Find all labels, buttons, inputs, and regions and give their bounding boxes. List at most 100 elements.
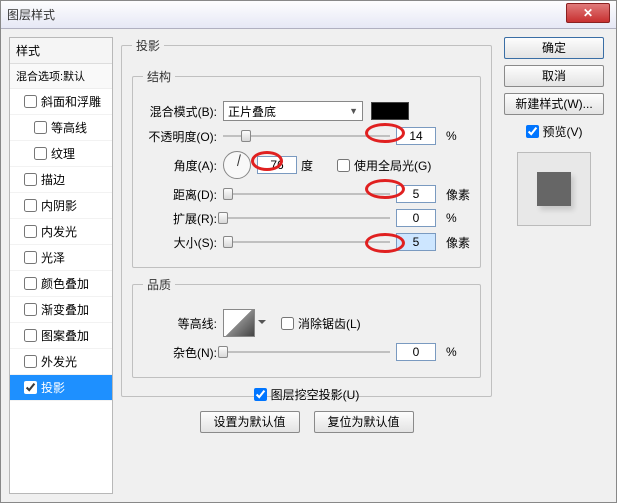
sidebar-item-gradient-overlay[interactable]: 渐变叠加 [10, 297, 112, 323]
noise-row: 杂色(N): 0 % [143, 343, 470, 361]
size-slider-box: 5 像素 [223, 233, 470, 251]
contour-label: 等高线: [143, 315, 223, 332]
sidebar-item-label: 渐变叠加 [41, 301, 89, 318]
inner-shadow-checkbox[interactable] [24, 199, 37, 212]
sidebar-header: 样式 [10, 38, 112, 64]
structure-group: 结构 混合模式(B): 正片叠底 ▼ 不透明度(O): 14 [132, 68, 481, 268]
distance-label: 距离(D): [143, 186, 223, 203]
angle-label: 角度(A): [143, 157, 223, 174]
knockout-check[interactable]: 图层挖空投影(U) [132, 386, 481, 403]
window-title: 图层样式 [7, 6, 55, 23]
knockout-checkbox[interactable] [254, 388, 267, 401]
texture-checkbox[interactable] [34, 147, 47, 160]
size-slider[interactable] [223, 241, 390, 243]
chevron-down-icon: ▼ [349, 106, 358, 116]
global-light-label: 使用全局光(G) [354, 157, 431, 174]
size-row: 大小(S): 5 像素 [143, 233, 470, 251]
opacity-label: 不透明度(O): [143, 128, 223, 145]
pattern-overlay-checkbox[interactable] [24, 329, 37, 342]
global-light-checkbox[interactable] [337, 159, 350, 172]
sidebar-item-label: 内阴影 [41, 197, 77, 214]
preview-box [517, 152, 591, 226]
shadow-color-swatch[interactable] [371, 102, 409, 120]
sidebar-item-satin[interactable]: 光泽 [10, 245, 112, 271]
preview-checkbox[interactable] [526, 125, 539, 138]
sidebar-item-label: 等高线 [51, 119, 87, 136]
noise-slider[interactable] [223, 351, 390, 353]
sidebar-item-label: 纹理 [51, 145, 75, 162]
preview-label: 预览(V) [543, 123, 583, 140]
contour-checkbox[interactable] [34, 121, 47, 134]
antialias-checkbox[interactable] [281, 317, 294, 330]
spread-input[interactable]: 0 [396, 209, 436, 227]
antialias-label: 消除锯齿(L) [298, 315, 361, 332]
sidebar-item-label: 斜面和浮雕 [41, 93, 101, 110]
structure-legend: 结构 [143, 68, 175, 85]
new-style-button[interactable]: 新建样式(W)... [504, 93, 604, 115]
slider-thumb-icon[interactable] [218, 212, 228, 224]
close-button[interactable]: ✕ [566, 3, 610, 23]
sidebar-item-contour[interactable]: 等高线 [10, 115, 112, 141]
sidebar-item-label: 投影 [41, 379, 65, 396]
sidebar-item-texture[interactable]: 纹理 [10, 141, 112, 167]
ok-button[interactable]: 确定 [504, 37, 604, 59]
set-default-button[interactable]: 设置为默认值 [200, 411, 300, 433]
default-buttons-row: 设置为默认值 复位为默认值 [132, 411, 481, 433]
contour-row: 等高线: 消除锯齿(L) [143, 309, 470, 337]
slider-thumb-icon[interactable] [223, 236, 233, 248]
distance-input[interactable]: 5 [396, 185, 436, 203]
spread-label: 扩展(R): [143, 210, 223, 227]
opacity-slider[interactable] [223, 135, 390, 137]
sidebar-item-drop-shadow[interactable]: 投影 [10, 375, 112, 401]
preview-check[interactable]: 预览(V) [526, 123, 583, 140]
group-title: 投影 [132, 37, 164, 54]
opacity-row: 不透明度(O): 14 % [143, 127, 470, 145]
gradient-overlay-checkbox[interactable] [24, 303, 37, 316]
angle-dial[interactable] [223, 151, 251, 179]
sidebar-item-bevel[interactable]: 斜面和浮雕 [10, 89, 112, 115]
size-unit: 像素 [442, 234, 470, 251]
opacity-input[interactable]: 14 [396, 127, 436, 145]
sidebar-item-pattern-overlay[interactable]: 图案叠加 [10, 323, 112, 349]
blend-mode-combo[interactable]: 正片叠底 ▼ [223, 101, 363, 121]
reset-default-button[interactable]: 复位为默认值 [314, 411, 414, 433]
opacity-slider-box: 14 % [223, 127, 470, 145]
right-column: 确定 取消 新建样式(W)... 预览(V) [500, 37, 608, 494]
opacity-unit: % [442, 129, 470, 143]
slider-thumb-icon[interactable] [241, 130, 251, 142]
size-label: 大小(S): [143, 234, 223, 251]
angle-needle-icon [237, 154, 241, 166]
cancel-button[interactable]: 取消 [504, 65, 604, 87]
sidebar-item-label: 光泽 [41, 249, 65, 266]
contour-picker[interactable] [223, 309, 255, 337]
spread-unit: % [442, 211, 470, 225]
noise-input[interactable]: 0 [396, 343, 436, 361]
stroke-checkbox[interactable] [24, 173, 37, 186]
slider-thumb-icon[interactable] [218, 346, 228, 358]
sidebar-item-stroke[interactable]: 描边 [10, 167, 112, 193]
sidebar-subheader[interactable]: 混合选项:默认 [10, 64, 112, 89]
sidebar-item-color-overlay[interactable]: 颜色叠加 [10, 271, 112, 297]
angle-input[interactable]: 76 [257, 156, 297, 174]
global-light-check[interactable]: 使用全局光(G) [337, 157, 431, 174]
noise-label: 杂色(N): [143, 344, 223, 361]
inner-glow-checkbox[interactable] [24, 225, 37, 238]
outer-glow-checkbox[interactable] [24, 355, 37, 368]
sidebar-item-inner-glow[interactable]: 内发光 [10, 219, 112, 245]
color-overlay-checkbox[interactable] [24, 277, 37, 290]
satin-checkbox[interactable] [24, 251, 37, 264]
bevel-checkbox[interactable] [24, 95, 37, 108]
distance-slider[interactable] [223, 193, 390, 195]
drop-shadow-checkbox[interactable] [24, 381, 37, 394]
sidebar-item-label: 颜色叠加 [41, 275, 89, 292]
sidebar-item-outer-glow[interactable]: 外发光 [10, 349, 112, 375]
sidebar-item-inner-shadow[interactable]: 内阴影 [10, 193, 112, 219]
angle-row: 角度(A): 76 度 使用全局光(G) [143, 151, 470, 179]
spread-slider-box: 0 % [223, 209, 470, 227]
size-input[interactable]: 5 [396, 233, 436, 251]
slider-thumb-icon[interactable] [223, 188, 233, 200]
antialias-check[interactable]: 消除锯齿(L) [281, 315, 361, 332]
noise-slider-box: 0 % [223, 343, 470, 361]
spread-slider[interactable] [223, 217, 390, 219]
blend-mode-value: 正片叠底 [228, 103, 276, 120]
